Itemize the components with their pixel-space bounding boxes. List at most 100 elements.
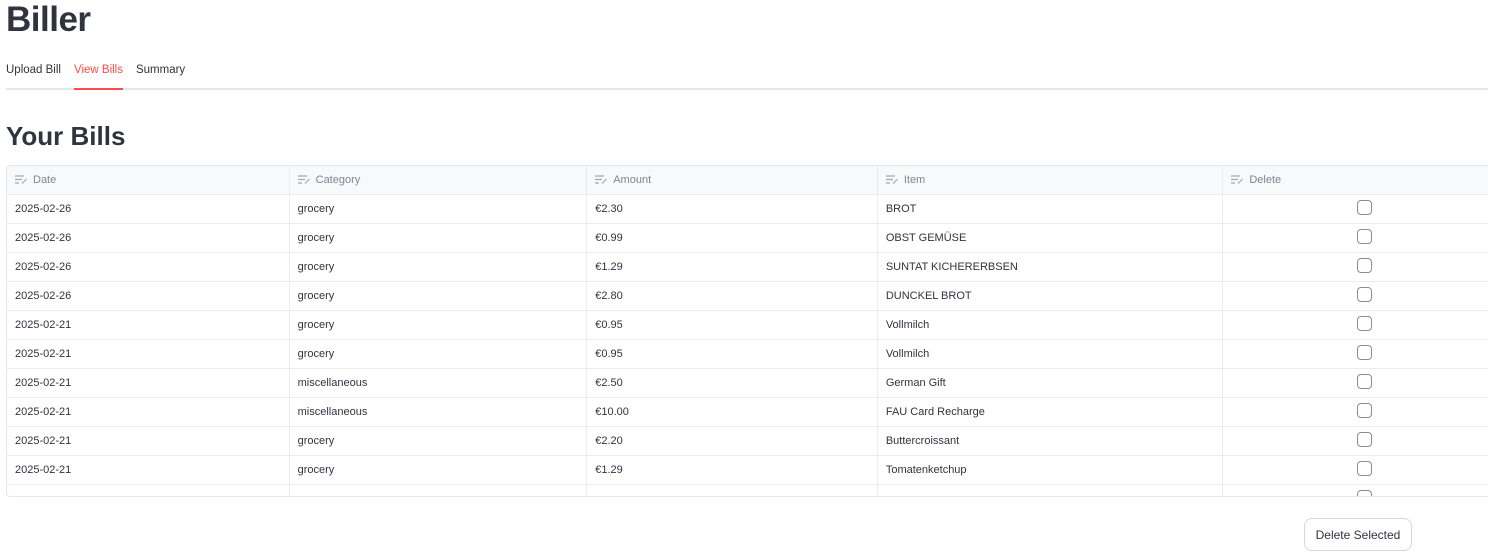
cell-amount[interactable]: €1.29 (587, 456, 878, 484)
cell-item[interactable]: DUNCKEL BROT (878, 282, 1224, 310)
delete-checkbox[interactable] (1357, 258, 1373, 273)
cell-item[interactable]: Vollmilch (878, 311, 1224, 339)
cell-item[interactable]: SUNTAT KICHERERBSEN (878, 253, 1224, 281)
cell-category[interactable]: grocery (290, 427, 588, 455)
column-header-label: Amount (613, 174, 652, 186)
cell-amount[interactable]: €0.95 (587, 311, 878, 339)
cell-amount[interactable]: €2.20 (587, 427, 878, 455)
cell-date[interactable]: 2025-02-26 (7, 253, 290, 281)
tab-view-bills[interactable]: View Bills (73, 52, 123, 90)
cell-amount[interactable]: €2.50 (587, 369, 878, 397)
bills-table[interactable]: Date Category Amount Item Delete 2025-02… (6, 165, 1488, 497)
cell-delete (1223, 253, 1488, 281)
table-row[interactable]: 2025-02-26 grocery €2.30 BROT (7, 195, 1488, 224)
table-header-row: Date Category Amount Item Delete (7, 166, 1488, 195)
cell-date[interactable]: 2025-02-26 (7, 282, 290, 310)
section-title: Your Bills (6, 121, 126, 151)
column-header-category[interactable]: Category (290, 166, 588, 194)
cell-amount[interactable] (587, 485, 878, 496)
table-row[interactable]: 2025-02-21 grocery €0.95 Vollmilch (7, 340, 1488, 369)
cell-amount[interactable]: €1.29 (587, 253, 878, 281)
cell-date[interactable]: 2025-02-21 (7, 427, 290, 455)
cell-delete (1223, 398, 1488, 426)
tab-summary[interactable]: Summary (136, 52, 185, 88)
table-row[interactable]: 2025-02-21 grocery €1.29 Tomatenketchup (7, 456, 1488, 485)
cell-category[interactable]: grocery (290, 282, 588, 310)
table-row[interactable]: 2025-02-26 grocery €1.29 SUNTAT KICHERERBSE… (7, 253, 1488, 282)
cell-date[interactable]: 2025-02-21 (7, 369, 290, 397)
editable-column-icon (885, 175, 898, 184)
page: Biller Upload Bill View Bills Summary Yo… (0, 0, 1488, 553)
column-header-label: Category (315, 174, 361, 186)
cell-amount[interactable]: €2.80 (587, 282, 878, 310)
cell-category[interactable]: grocery (290, 253, 588, 281)
cell-delete (1223, 369, 1488, 397)
table-row[interactable]: 2025-02-26 grocery €2.80 DUNCKEL BROT (7, 282, 1488, 311)
table-row[interactable]: 2025-02-21 grocery €0.95 Vollmilch (7, 311, 1488, 340)
cell-delete (1223, 195, 1488, 223)
table-row[interactable]: 2025-02-21 grocery €2.20 Buttercroissant (7, 427, 1488, 456)
cell-category[interactable]: grocery (290, 195, 588, 223)
delete-checkbox[interactable] (1357, 461, 1373, 476)
cell-category[interactable]: grocery (290, 456, 588, 484)
cell-item[interactable]: BROT (878, 195, 1224, 223)
cell-date[interactable] (7, 485, 290, 496)
cell-delete (1223, 311, 1488, 339)
column-header-item[interactable]: Item (878, 166, 1224, 194)
cell-item[interactable]: Tomatenketchup (878, 456, 1224, 484)
cell-category[interactable]: grocery (290, 311, 588, 339)
cell-delete (1223, 456, 1488, 484)
delete-checkbox[interactable] (1357, 287, 1373, 302)
column-header-label: Delete (1249, 174, 1282, 186)
cell-delete (1223, 340, 1488, 368)
table-row[interactable]: 2025-02-21 miscellaneous €10.00 FAU Card Re… (7, 398, 1488, 427)
table-row[interactable] (7, 485, 1488, 496)
cell-amount[interactable]: €0.99 (587, 224, 878, 252)
delete-checkbox[interactable] (1357, 403, 1373, 418)
delete-selected-button[interactable]: Delete Selected (1304, 518, 1412, 551)
cell-delete (1223, 224, 1488, 252)
cell-delete (1223, 485, 1488, 496)
editable-column-icon (595, 175, 608, 184)
cell-item[interactable]: German Gift (878, 369, 1224, 397)
delete-checkbox[interactable] (1357, 374, 1373, 389)
delete-checkbox[interactable] (1357, 345, 1373, 360)
cell-date[interactable]: 2025-02-21 (7, 311, 290, 339)
cell-item[interactable]: Buttercroissant (878, 427, 1224, 455)
cell-amount[interactable]: €0.95 (587, 340, 878, 368)
column-header-label: Item (903, 174, 926, 186)
cell-category[interactable]: grocery (290, 224, 588, 252)
cell-amount[interactable]: €2.30 (587, 195, 878, 223)
column-header-date[interactable]: Date (7, 166, 290, 194)
cell-category[interactable]: grocery (290, 340, 588, 368)
app-title: Biller (6, 0, 91, 39)
cell-date[interactable]: 2025-02-21 (7, 340, 290, 368)
delete-checkbox[interactable] (1357, 432, 1373, 447)
tab-bar: Upload Bill View Bills Summary (6, 52, 1488, 90)
cell-date[interactable]: 2025-02-26 (7, 195, 290, 223)
delete-checkbox[interactable] (1357, 229, 1373, 244)
cell-delete (1223, 427, 1488, 455)
cell-item[interactable]: FAU Card Recharge (878, 398, 1224, 426)
cell-amount[interactable]: €10.00 (587, 398, 878, 426)
cell-item[interactable] (878, 485, 1224, 496)
tab-upload-bill[interactable]: Upload Bill (6, 52, 61, 88)
delete-checkbox[interactable] (1357, 200, 1373, 215)
cell-date[interactable]: 2025-02-21 (7, 398, 290, 426)
editable-column-icon (297, 175, 310, 184)
cell-category[interactable]: miscellaneous (290, 369, 588, 397)
table-row[interactable]: 2025-02-26 grocery €0.99 OBST GEMÜSE (7, 224, 1488, 253)
column-header-label: Date (33, 174, 57, 186)
delete-checkbox[interactable] (1357, 490, 1373, 496)
cell-category[interactable]: miscellaneous (290, 398, 588, 426)
column-header-delete[interactable]: Delete (1223, 166, 1488, 194)
cell-date[interactable]: 2025-02-21 (7, 456, 290, 484)
column-header-amount[interactable]: Amount (587, 166, 878, 194)
table-row[interactable]: 2025-02-21 miscellaneous €2.50 German Gift (7, 369, 1488, 398)
delete-checkbox[interactable] (1357, 316, 1373, 331)
cell-category[interactable] (290, 485, 588, 496)
cell-item[interactable]: Vollmilch (878, 340, 1224, 368)
cell-date[interactable]: 2025-02-26 (7, 224, 290, 252)
editable-column-icon (1231, 175, 1244, 184)
cell-item[interactable]: OBST GEMÜSE (878, 224, 1224, 252)
